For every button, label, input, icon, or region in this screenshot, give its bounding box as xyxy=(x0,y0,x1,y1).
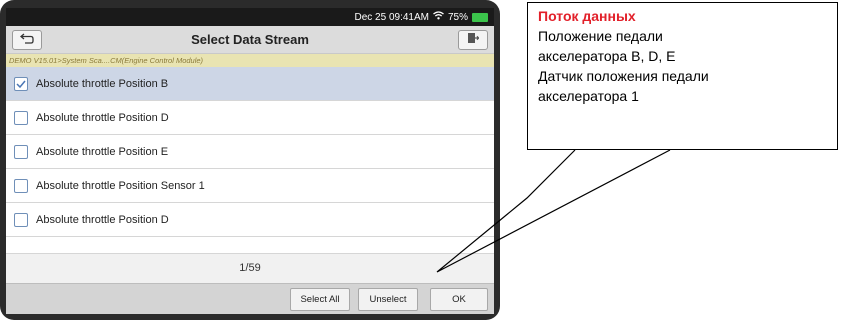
callout-line: акселератора 1 xyxy=(538,88,639,104)
callout-line: Положение педали xyxy=(538,28,663,44)
callout-line: акселератора B, D, E xyxy=(538,48,676,64)
callout-title: Поток данных xyxy=(538,8,636,24)
callout-box: Поток данных Положение педали акселерато… xyxy=(527,2,838,150)
callout-line: Датчик положения педали xyxy=(538,68,709,84)
